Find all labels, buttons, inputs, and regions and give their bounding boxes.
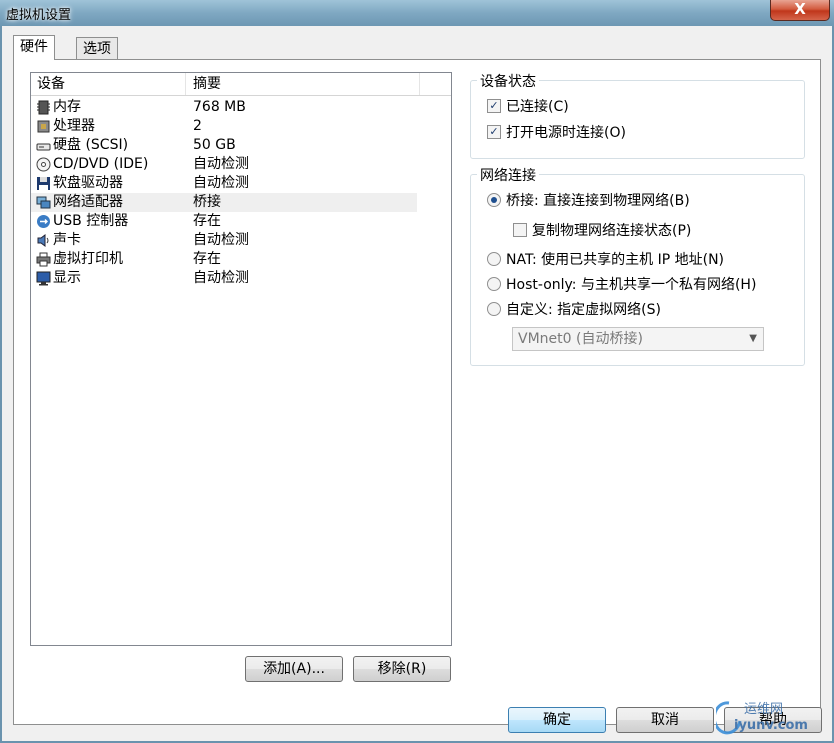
device-row-memory[interactable]: 内存 768 MB xyxy=(31,98,417,117)
nat-label[interactable]: NAT: 使用已共享的主机 IP 地址(N) xyxy=(506,249,724,269)
device-summary: 桥接 xyxy=(193,194,221,210)
device-name: 处理器 xyxy=(53,118,95,134)
hard-disk-icon xyxy=(36,138,51,153)
device-name: 网络适配器 xyxy=(53,194,123,210)
sound-card-icon xyxy=(36,233,51,248)
watermark-logo: 运维网 iyunv.com xyxy=(716,701,826,737)
device-status-group: 设备状态 ✓ 已连接(C) ✓ 打开电源时连接(O) xyxy=(470,71,805,159)
device-summary: 2 xyxy=(193,118,202,134)
device-row-cd-dvd[interactable]: CD/DVD (IDE) 自动检测 xyxy=(31,155,417,174)
hardware-panel: 设备 摘要 内存 768 MB 处理器 2 硬盘 (SCSI) 50 GB CD… xyxy=(13,59,821,725)
device-name: USB 控制器 xyxy=(53,213,129,229)
device-summary: 自动检测 xyxy=(193,175,249,191)
ok-button[interactable]: 确定 xyxy=(508,707,606,733)
usb-icon xyxy=(36,214,51,229)
device-summary: 自动检测 xyxy=(193,270,249,286)
network-connection-group: 网络连接 桥接: 直接连接到物理网络(B) 复制物理网络连接状态(P) NAT:… xyxy=(470,165,805,366)
cancel-button[interactable]: 取消 xyxy=(616,707,714,733)
device-row-processor[interactable]: 处理器 2 xyxy=(31,117,417,136)
connect-at-power-on-checkbox[interactable]: ✓ xyxy=(487,125,501,139)
replicate-state-checkbox[interactable] xyxy=(513,223,527,237)
device-row-display[interactable]: 显示 自动检测 xyxy=(31,269,417,288)
chevron-down-icon: ▼ xyxy=(749,333,757,344)
device-row-sound-card[interactable]: 声卡 自动检测 xyxy=(31,231,417,250)
title-bar: 虚拟机设置 X xyxy=(0,0,834,26)
custom-label[interactable]: 自定义: 指定虚拟网络(S) xyxy=(506,299,661,319)
connected-label[interactable]: 已连接(C) xyxy=(506,96,569,116)
device-row-network-adapter[interactable]: 网络适配器 桥接 xyxy=(31,193,417,212)
custom-network-select-value: VMnet0 (自动桥接) xyxy=(518,331,643,347)
dialog-body: 硬件 选项 设备 摘要 内存 768 MB 处理器 2 硬盘 (SCSI) 50… xyxy=(2,26,832,741)
column-header-summary[interactable]: 摘要 xyxy=(187,73,420,95)
watermark-line2: iyunv.com xyxy=(734,718,808,733)
host-only-radio[interactable] xyxy=(487,277,501,291)
device-summary: 自动检测 xyxy=(193,156,249,172)
processor-icon xyxy=(36,119,51,134)
device-row-usb[interactable]: USB 控制器 存在 xyxy=(31,212,417,231)
add-device-button[interactable]: 添加(A)... xyxy=(245,656,343,682)
bridged-label[interactable]: 桥接: 直接连接到物理网络(B) xyxy=(506,190,690,210)
device-row-printer[interactable]: 虚拟打印机 存在 xyxy=(31,250,417,269)
memory-icon xyxy=(36,100,51,115)
replicate-state-label[interactable]: 复制物理网络连接状态(P) xyxy=(532,220,691,240)
remove-device-button[interactable]: 移除(R) xyxy=(353,656,451,682)
device-name: 显示 xyxy=(53,270,81,286)
device-summary: 自动检测 xyxy=(193,232,249,248)
display-icon xyxy=(36,271,51,286)
network-connection-title: 网络连接 xyxy=(477,165,539,185)
device-summary: 50 GB xyxy=(193,137,236,153)
network-adapter-icon xyxy=(36,195,51,210)
device-row-hard-disk[interactable]: 硬盘 (SCSI) 50 GB xyxy=(31,136,417,155)
device-name: 内存 xyxy=(53,99,81,115)
close-button[interactable]: X xyxy=(770,0,830,21)
connected-checkbox[interactable]: ✓ xyxy=(487,99,501,113)
watermark-line1: 运维网 xyxy=(744,702,784,717)
custom-network-select[interactable]: VMnet0 (自动桥接) ▼ xyxy=(512,327,764,351)
printer-icon xyxy=(36,252,51,267)
column-header-device[interactable]: 设备 xyxy=(31,73,186,95)
host-only-label[interactable]: Host-only: 与主机共享一个私有网络(H) xyxy=(506,274,756,294)
cd-dvd-icon xyxy=(36,157,51,172)
device-name: 软盘驱动器 xyxy=(53,175,123,191)
device-name: 虚拟打印机 xyxy=(53,251,123,267)
device-name: 硬盘 (SCSI) xyxy=(53,137,129,153)
list-header: 设备 摘要 xyxy=(31,73,451,96)
device-row-floppy[interactable]: 软盘驱动器 自动检测 xyxy=(31,174,417,193)
device-summary: 存在 xyxy=(193,251,221,267)
device-name: 声卡 xyxy=(53,232,81,248)
tab-hardware[interactable]: 硬件 xyxy=(13,35,55,60)
device-summary: 768 MB xyxy=(193,99,246,115)
bridged-radio[interactable] xyxy=(487,193,501,207)
floppy-icon xyxy=(36,176,51,191)
device-name: CD/DVD (IDE) xyxy=(53,156,149,172)
device-status-title: 设备状态 xyxy=(477,71,539,91)
nat-radio[interactable] xyxy=(487,252,501,266)
device-summary: 存在 xyxy=(193,213,221,229)
custom-radio[interactable] xyxy=(487,302,501,316)
tab-options[interactable]: 选项 xyxy=(76,37,118,60)
window-title: 虚拟机设置 xyxy=(6,8,72,23)
device-list[interactable]: 设备 摘要 内存 768 MB 处理器 2 硬盘 (SCSI) 50 GB CD… xyxy=(30,72,452,646)
connect-at-power-on-label[interactable]: 打开电源时连接(O) xyxy=(506,122,626,142)
